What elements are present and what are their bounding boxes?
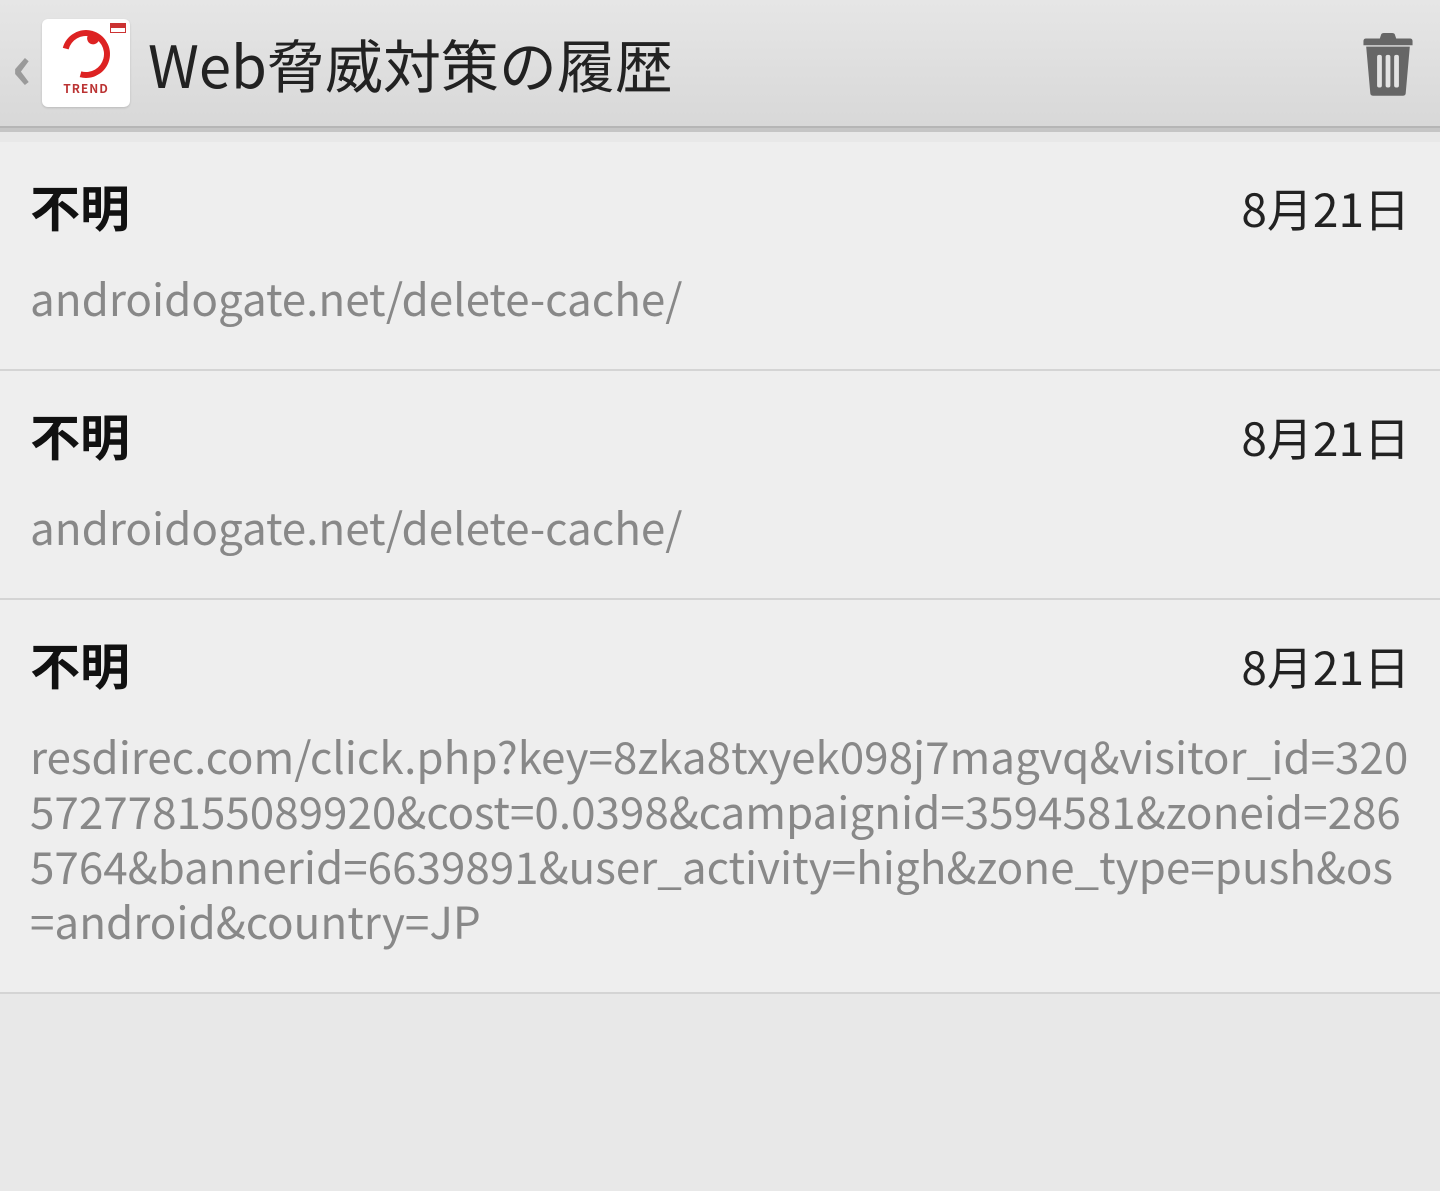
chevron-left-icon: ‹ (13, 34, 31, 92)
trash-icon (1358, 30, 1418, 96)
history-item-head: 不明 8月21日 (30, 628, 1410, 700)
history-item-title: 不明 (30, 399, 130, 471)
app-icon-label: TREND (63, 80, 109, 97)
history-item[interactable]: 不明 8月21日 resdirec.com/click.php?key=8zka… (0, 600, 1440, 994)
history-item[interactable]: 不明 8月21日 androidogate.net/delete-cache/ (0, 142, 1440, 371)
page-title: Web脅威対策の履歴 (148, 21, 1356, 105)
history-item-url: androidogate.net/delete-cache/ (30, 499, 1410, 554)
history-item-date: 8月21日 (1241, 404, 1410, 470)
delete-all-button[interactable] (1356, 31, 1420, 95)
history-item-head: 不明 8月21日 (30, 399, 1410, 471)
back-button[interactable]: ‹ (8, 34, 36, 92)
header-bar: ‹ TREND Web脅威対策の履歴 (0, 0, 1440, 128)
trend-swirl-icon (53, 21, 119, 87)
app-icon[interactable]: TREND (42, 19, 130, 107)
history-item-date: 8月21日 (1241, 633, 1410, 699)
history-item-head: 不明 8月21日 (30, 170, 1410, 242)
history-list: 不明 8月21日 androidogate.net/delete-cache/ … (0, 142, 1440, 994)
history-item-title: 不明 (30, 628, 130, 700)
history-item-date: 8月21日 (1241, 175, 1410, 241)
history-item-url: androidogate.net/delete-cache/ (30, 270, 1410, 325)
history-item[interactable]: 不明 8月21日 androidogate.net/delete-cache/ (0, 371, 1440, 600)
history-item-title: 不明 (30, 170, 130, 242)
app-icon-corner (110, 23, 126, 33)
history-item-url: resdirec.com/click.php?key=8zka8txyek098… (30, 728, 1410, 948)
